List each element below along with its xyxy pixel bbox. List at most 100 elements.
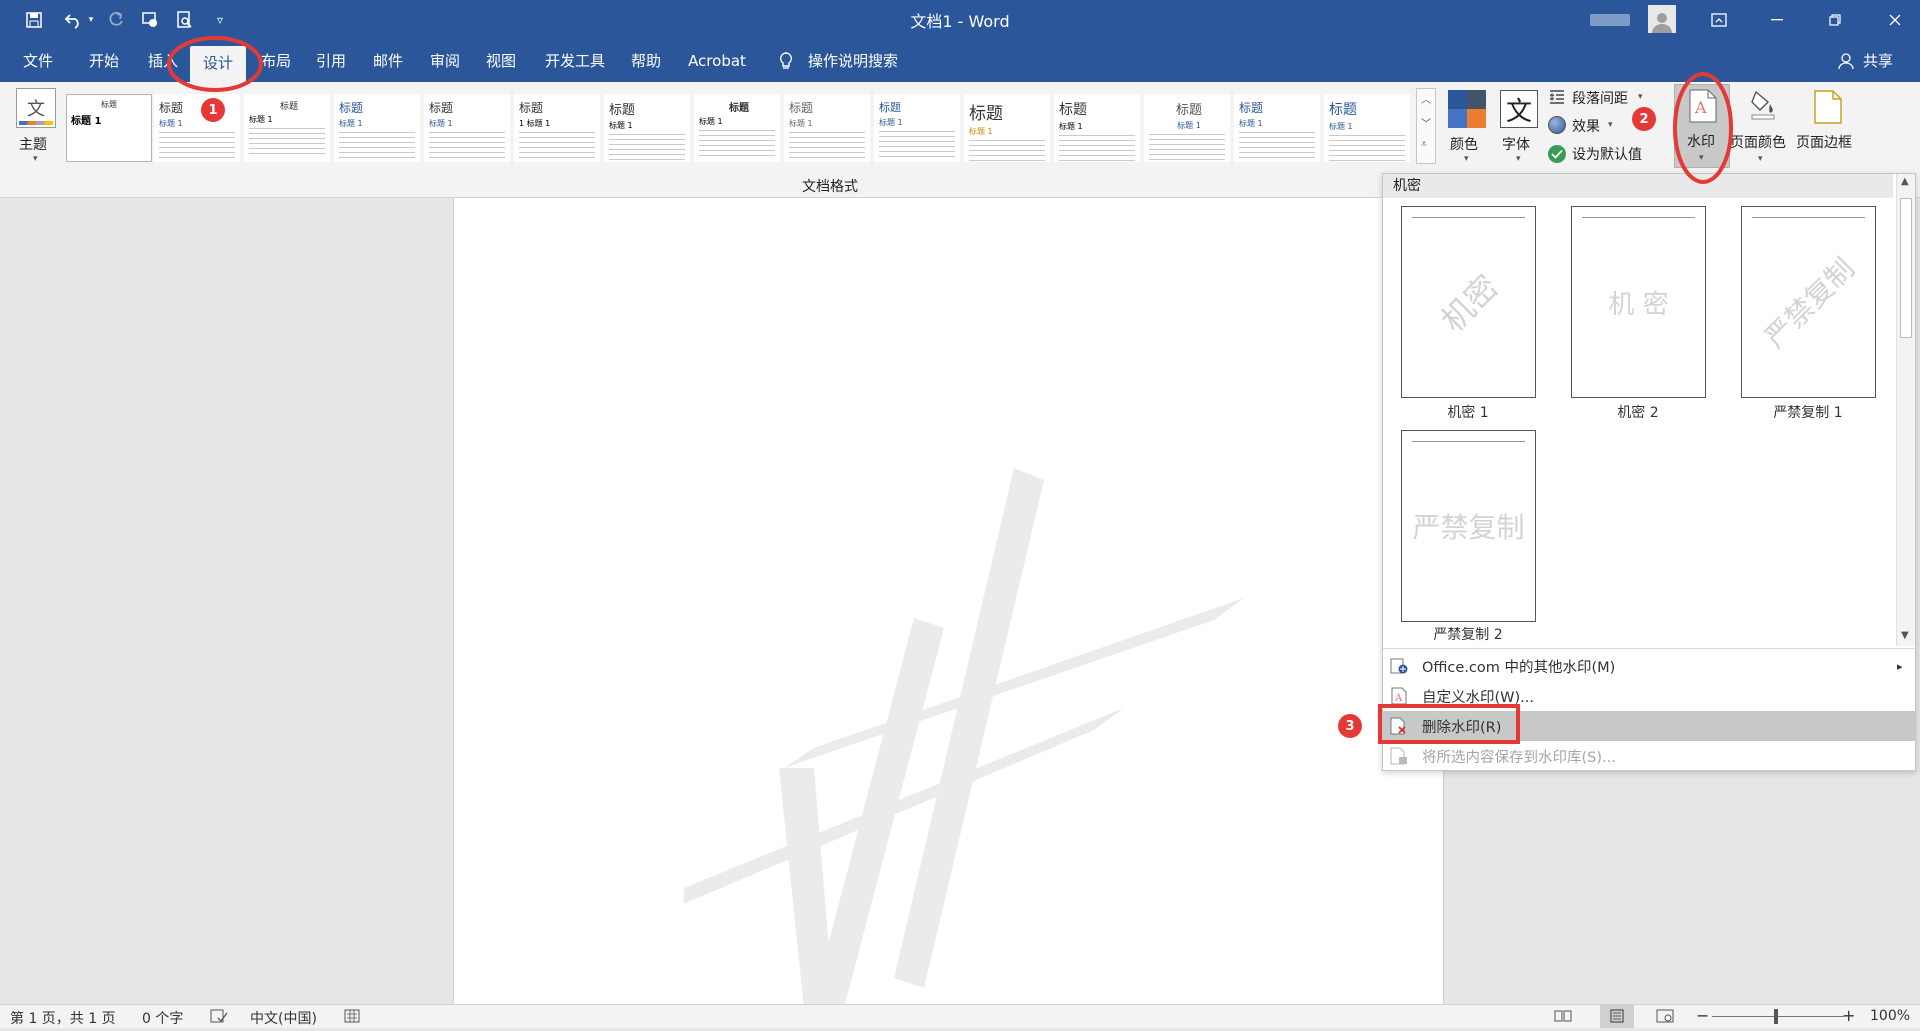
page-border-icon [1814, 90, 1842, 128]
style-set-thumb[interactable]: 标题 标题 1 [694, 94, 780, 162]
tab-design[interactable]: 设计 [190, 46, 246, 82]
watermark-option-confidential-1[interactable]: 机密 [1401, 206, 1536, 398]
chevron-down-icon: ▾ [1516, 154, 1521, 164]
style-set-thumb[interactable]: 标题 标题 1 [334, 94, 420, 162]
chevron-down-icon: ▾ [33, 154, 38, 164]
scroll-thumb[interactable] [1900, 198, 1912, 338]
proofing-icon[interactable] [210, 1009, 228, 1027]
watermark-caption: 严禁复制 1 [1773, 405, 1843, 421]
zoom-level[interactable]: 100% [1870, 1008, 1910, 1024]
watermark-option-confidential-2[interactable]: 机 密 [1571, 206, 1706, 398]
group-label-document-formatting: 文档格式 [802, 179, 858, 195]
print-layout-button[interactable] [1600, 1005, 1634, 1028]
page-color-button[interactable]: 页面颜色 ▾ [1730, 86, 1794, 166]
page-borders-button[interactable]: 页面边框 [1796, 86, 1860, 166]
style-set-thumb[interactable]: 标题 标题 1 [1234, 94, 1320, 162]
tab-developer[interactable]: 开发工具 [539, 40, 611, 82]
tell-me-search[interactable]: 操作说明搜索 [808, 40, 938, 82]
tab-help[interactable]: 帮助 [626, 40, 666, 82]
undo-dropdown-icon[interactable]: ▾ [84, 8, 98, 32]
zoom-slider[interactable] [1712, 1016, 1844, 1017]
avatar[interactable] [1648, 5, 1676, 33]
customize-qat-icon[interactable]: ▿ [206, 8, 234, 32]
word-count[interactable]: 0 个字 [142, 1008, 183, 1028]
set-as-default-button[interactable]: 设为默认值 [1546, 142, 1666, 166]
tab-file[interactable]: 文件 [20, 40, 56, 82]
print-preview-icon[interactable] [170, 8, 198, 32]
touch-mode-icon[interactable] [136, 8, 164, 32]
style-set-thumb[interactable]: 标题 标题 1 [1144, 94, 1230, 162]
gallery-down-icon[interactable]: ﹀ [1421, 115, 1431, 130]
tab-acrobat[interactable]: Acrobat [685, 40, 749, 82]
zoom-out-icon[interactable]: − [1696, 1006, 1709, 1025]
style-set-thumb[interactable]: 标题 标题 1 [964, 94, 1050, 162]
tab-view[interactable]: 视图 [481, 40, 521, 82]
web-layout-icon[interactable] [1656, 1009, 1674, 1027]
colors-button[interactable]: 颜色 ▾ [1444, 86, 1490, 166]
watermark-button[interactable]: A 水印 ▾ [1674, 84, 1730, 168]
document-page[interactable] [453, 198, 1444, 1004]
share-button[interactable]: 共享 [1858, 40, 1898, 82]
watermark-caption: 严禁复制 2 [1433, 627, 1503, 643]
style-set-thumb[interactable]: 标题 标题 1 [244, 94, 330, 162]
custom-watermark-item[interactable]: A 自定义水印(W)... [1383, 681, 1915, 711]
share-icon[interactable] [1838, 52, 1854, 74]
themes-button[interactable]: 文 主题 ▾ [12, 86, 60, 166]
watermark-caption: 机密 1 [1447, 405, 1489, 421]
set-as-default-label: 设为默认值 [1572, 147, 1642, 163]
tab-home[interactable]: 开始 [84, 40, 124, 82]
save-icon[interactable] [20, 8, 48, 32]
gallery-section-header: 机密 [1383, 174, 1893, 198]
remove-watermark-item[interactable]: 删除水印(R) [1383, 711, 1915, 741]
watermark-label: 水印 [1687, 134, 1715, 150]
more-watermarks-online-item[interactable]: Office.com 中的其他水印(M) ▸ [1383, 651, 1915, 681]
tab-layout[interactable]: 布局 [256, 40, 296, 82]
zoom-in-icon[interactable]: + [1842, 1006, 1855, 1025]
ribbon-display-options-icon[interactable] [1696, 0, 1742, 40]
read-mode-icon[interactable] [1554, 1009, 1572, 1027]
annotation-marker-1: 1 [201, 98, 225, 122]
language[interactable]: 中文(中国) [250, 1008, 317, 1028]
scroll-down-icon[interactable]: ▼ [1901, 630, 1909, 641]
zoom-slider-thumb[interactable] [1774, 1009, 1778, 1024]
account-name[interactable] [1590, 14, 1630, 26]
style-set-thumb[interactable]: 标题 标题 1 [604, 94, 690, 162]
paragraph-spacing-button[interactable]: 段落间距 ▾ [1546, 86, 1656, 110]
style-set-thumb[interactable]: 标题 标题 1 [874, 94, 960, 162]
minimize-icon[interactable] [1754, 0, 1800, 40]
gallery-scrollbar[interactable]: ▲ ▼ [1896, 174, 1915, 646]
save-to-gallery-item: 将所选内容保存到水印库(S)... [1383, 741, 1915, 771]
macro-record-icon[interactable] [344, 1009, 360, 1027]
style-set-thumb[interactable]: 标题 标题 1 [66, 94, 152, 162]
watermark-option-do-not-copy-1[interactable]: 严禁复制 [1741, 206, 1876, 398]
gallery-more-icon[interactable]: ⩡ [1421, 139, 1427, 150]
page-count[interactable]: 第 1 页，共 1 页 [10, 1008, 116, 1028]
checkmark-icon [1548, 145, 1566, 163]
remove-watermark-icon [1389, 716, 1409, 736]
effects-button[interactable]: 效果 ▾ [1546, 114, 1636, 138]
style-set-thumb[interactable]: 标题 标题 1 [154, 94, 240, 162]
close-icon[interactable] [1870, 0, 1920, 40]
style-set-thumb[interactable]: 标题 标题 1 [784, 94, 870, 162]
fonts-button[interactable]: 文 字体 ▾ [1496, 86, 1542, 166]
style-set-thumb[interactable]: 标题 标题 1 [1324, 94, 1410, 162]
tab-mailings[interactable]: 邮件 [368, 40, 408, 82]
effects-icon [1548, 116, 1566, 134]
chevron-down-icon: ▾ [1699, 153, 1704, 163]
redo-icon[interactable] [102, 8, 130, 32]
theme-icon: 文 [16, 88, 56, 128]
watermark-option-do-not-copy-2[interactable]: 严禁复制 [1401, 430, 1536, 622]
chevron-down-icon: ▾ [1464, 154, 1469, 164]
tab-insert[interactable]: 插入 [143, 40, 183, 82]
style-set-thumb[interactable]: 标题 标题 1 [424, 94, 510, 162]
title-bar: ▾ ▿ 文档1 - Word [0, 0, 1920, 40]
restore-icon[interactable] [1812, 0, 1858, 40]
gallery-up-icon[interactable]: ︿ [1421, 91, 1431, 106]
status-bar: 第 1 页，共 1 页 0 个字 中文(中国) − + 100% [0, 1004, 1920, 1028]
scroll-up-icon[interactable]: ▲ [1901, 176, 1909, 187]
tab-references[interactable]: 引用 [311, 40, 351, 82]
style-set-thumb[interactable]: 标题 1 标题 1 [514, 94, 600, 162]
style-set-thumb[interactable]: 标题 标题 1 [1054, 94, 1140, 162]
tab-review[interactable]: 审阅 [425, 40, 465, 82]
ribbon-tab-bar: 文件 开始 插入 设计 布局 引用 邮件 审阅 视图 开发工具 帮助 Acrob… [0, 40, 1920, 82]
